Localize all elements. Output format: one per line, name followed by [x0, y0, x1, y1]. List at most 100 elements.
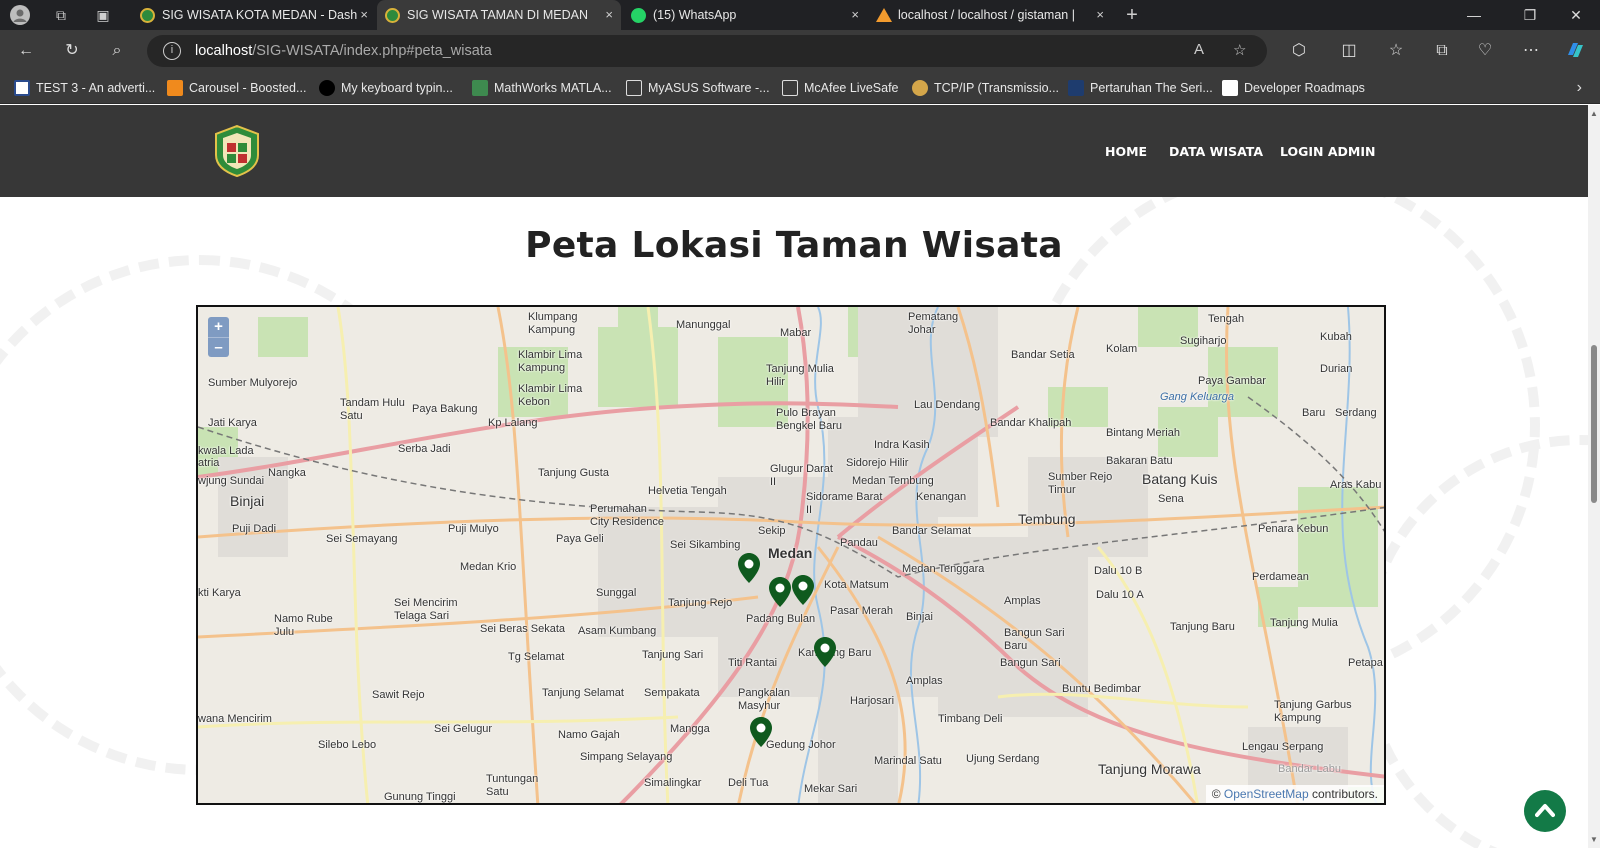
map-label: Sunggal	[596, 587, 637, 599]
favorites-icon[interactable]: ☆	[1383, 39, 1409, 63]
minimize-button[interactable]: —	[1450, 0, 1498, 30]
map-label: Bakaran Batu	[1106, 455, 1173, 467]
zoom-in-button[interactable]: +	[208, 317, 229, 337]
map-label: Tanjung Garbus Kampung	[1274, 699, 1352, 724]
map-label: Lengau Serpang	[1242, 741, 1324, 753]
read-aloud-icon[interactable]: A	[1194, 41, 1204, 58]
map-label: Sugiharjo	[1180, 335, 1227, 347]
bookmark-developer-roadmaps[interactable]: Developer Roadmaps	[1222, 72, 1365, 104]
nav-login-admin[interactable]: LOGIN ADMIN	[1280, 144, 1375, 159]
favorite-star-icon[interactable]: ☆	[1233, 41, 1246, 59]
map-label: Gunung Tinggi	[384, 791, 456, 803]
map-label: Tanjung Selamat	[542, 687, 624, 699]
workspaces-icon[interactable]: ⧉	[50, 5, 72, 25]
map-label: Paya Bakung	[412, 403, 478, 415]
map-label: Dalu 10 B	[1094, 565, 1143, 577]
scrollbar-thumb[interactable]	[1591, 345, 1597, 503]
scroll-down-arrow-icon[interactable]: ▼	[1589, 835, 1599, 844]
map-label: Durian	[1320, 363, 1353, 375]
map-label: wana Mencirim	[198, 713, 272, 725]
map-label: Dalu 10 A	[1096, 589, 1144, 601]
tab-phpmyadmin[interactable]: localhost / localhost / gistaman | ×	[868, 0, 1112, 30]
map-label: Sei Gelugur	[434, 723, 493, 735]
tourism-map[interactable]: + – Klumpang Kampung Manunggal Mabar Pem…	[196, 305, 1386, 805]
osm-link[interactable]: OpenStreetMap	[1224, 787, 1309, 801]
bookmark-icon	[1068, 80, 1084, 96]
bookmark-test3[interactable]: TEST 3 - An adverti...	[14, 72, 155, 104]
map-label: Batang Kuis	[1142, 471, 1218, 487]
map-marker-icon[interactable]	[738, 553, 760, 583]
map-label: Gedung Johor	[766, 739, 836, 751]
tab-sig-wisata-taman[interactable]: SIG WISATA TAMAN DI MEDAN ×	[377, 0, 621, 30]
map-marker-icon[interactable]	[769, 577, 791, 607]
search-icon[interactable]: ⌕	[104, 39, 130, 63]
tab-title: localhost / localhost / gistaman |	[898, 8, 1075, 22]
close-tab-icon[interactable]: ×	[360, 0, 368, 30]
bookmark-carousel[interactable]: Carousel - Boosted...	[167, 72, 306, 104]
site-info-icon[interactable]: i	[163, 42, 181, 60]
map-label: Sei Mencirim Telaga Sari	[394, 597, 458, 622]
bookmark-icon	[167, 80, 183, 96]
browser-essentials-icon[interactable]: ♡	[1472, 39, 1498, 63]
copilot-icon[interactable]	[1562, 39, 1588, 63]
map-marker-icon[interactable]	[792, 575, 814, 605]
page-scrollbar[interactable]: ▲ ▼	[1588, 105, 1600, 848]
map-label: Sena	[1158, 493, 1184, 505]
close-window-button[interactable]: ✕	[1552, 0, 1600, 30]
more-menu-icon[interactable]: ⋯	[1518, 39, 1544, 63]
browser-toolbar: ← ↻ ⌕ i localhost/SIG-WISATA/index.php#p…	[0, 30, 1600, 72]
medan-city-emblem-icon[interactable]	[212, 125, 262, 177]
address-bar[interactable]: i localhost/SIG-WISATA/index.php#peta_wi…	[147, 35, 1267, 67]
map-label: Penara Kebun	[1258, 523, 1329, 535]
tab-sig-wisata-kota-medan[interactable]: SIG WISATA KOTA MEDAN - Dash ×	[132, 0, 376, 30]
zoom-out-button[interactable]: –	[208, 337, 229, 357]
bookmark-tcpip[interactable]: TCP/IP (Transmissio...	[912, 72, 1059, 104]
bookmark-myasus[interactable]: MyASUS Software -...	[626, 72, 770, 104]
reload-icon[interactable]: ↻	[59, 39, 85, 63]
map-label: Bintang Meriah	[1106, 427, 1180, 439]
map-label: Namo Gajah	[558, 729, 620, 741]
map-label: Kp Lalang	[488, 417, 538, 429]
tab-actions-icon[interactable]: ▣	[92, 5, 114, 25]
map-label: Tembung	[1018, 511, 1076, 527]
map-label: Bandar Khalipah	[990, 417, 1072, 429]
map-label: Sumber Rejo Timur	[1048, 471, 1113, 496]
nav-data-wisata[interactable]: DATA WISATA	[1169, 144, 1263, 159]
map-marker-icon[interactable]	[750, 717, 772, 747]
bookmark-mcafee[interactable]: McAfee LiveSafe	[782, 72, 899, 104]
address-url[interactable]: localhost/SIG-WISATA/index.php#peta_wisa…	[195, 43, 492, 59]
map-label: Pandau	[840, 537, 878, 549]
restore-button[interactable]: ❐	[1506, 0, 1554, 30]
map-label: Tanjung Gusta	[538, 467, 609, 479]
bookmark-mathworks[interactable]: MathWorks MATLA...	[472, 72, 612, 104]
map-attribution: © OpenStreetMap contributors.	[1205, 785, 1384, 803]
bookmarks-overflow-icon[interactable]: ›	[1577, 72, 1582, 104]
bookmarks-bar: TEST 3 - An adverti... Carousel - Booste…	[0, 72, 1600, 104]
collections-icon[interactable]: ⧉	[1429, 39, 1455, 63]
map-label: Petapa	[1348, 657, 1383, 669]
split-screen-icon[interactable]: ◫	[1336, 39, 1362, 63]
map-label: Perumahan City Residence	[590, 503, 664, 528]
bookmark-pertaruhan[interactable]: Pertaruhan The Seri...	[1068, 72, 1213, 104]
map-label: Mangga	[670, 723, 710, 735]
map-marker-icon[interactable]	[814, 637, 836, 667]
map-label: atria	[198, 457, 220, 469]
close-tab-icon[interactable]: ×	[605, 0, 613, 30]
new-tab-button[interactable]: +	[1121, 5, 1143, 25]
map-label: Baru	[1302, 407, 1326, 419]
chevron-up-icon	[1535, 804, 1555, 817]
map-label: Binjai	[906, 611, 933, 623]
back-to-top-button[interactable]	[1524, 790, 1566, 832]
extensions-icon[interactable]: ⬡	[1286, 39, 1312, 63]
nav-home[interactable]: HOME	[1105, 144, 1147, 159]
map-label: Tandam Hulu Satu	[340, 397, 405, 422]
tab-whatsapp[interactable]: (15) WhatsApp ×	[623, 0, 867, 30]
bookmark-keyboard[interactable]: My keyboard typin...	[319, 72, 453, 104]
back-arrow-icon[interactable]: ←	[13, 39, 39, 63]
scroll-up-arrow-icon[interactable]: ▲	[1589, 109, 1599, 118]
close-tab-icon[interactable]: ×	[851, 0, 859, 30]
map-label: Kota Matsum	[824, 579, 889, 591]
map-label: Sei Sikambing	[670, 539, 741, 551]
profile-avatar[interactable]	[9, 5, 31, 25]
close-tab-icon[interactable]: ×	[1096, 0, 1104, 30]
